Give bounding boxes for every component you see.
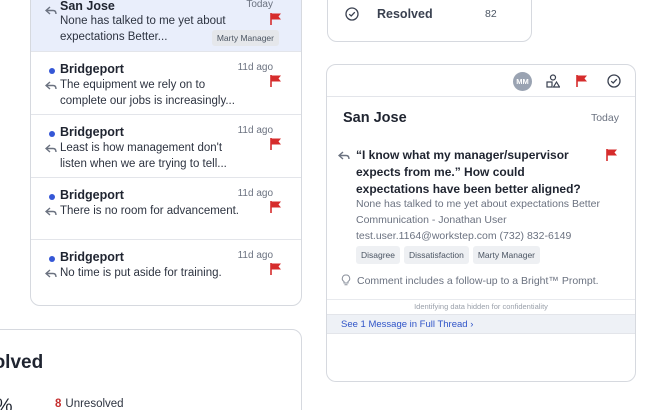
unread-dot [49,194,55,200]
message-date: Today [246,0,273,10]
unresolved-label: Unresolved [65,398,124,410]
full-thread-link[interactable]: See 1 Message in Full Thread › [341,319,473,330]
confidentiality-note: Identifying data hidden for confidential… [327,299,635,311]
check-circle-icon [345,7,359,21]
message-item[interactable]: Bridgeport 11d ago No time is put aside … [31,240,301,305]
message-preview: No time is put aside for training. [60,267,222,279]
message-item[interactable]: San Jose Today None has talked to me yet… [31,0,301,52]
reply-icon [338,151,350,160]
message-date: 11d ago [237,62,273,73]
reply-icon [45,207,57,216]
unread-dot [49,68,55,74]
message-date: 11d ago [237,125,273,136]
summary-title: solved [0,352,44,373]
message-item[interactable]: Bridgeport 11d ago The equipment we rely… [31,52,301,115]
unresolved-stat: 8 Unresolved [55,398,124,410]
lightbulb-icon [341,274,351,286]
tag[interactable]: Marty Manager [472,246,541,264]
message-tag: Marty Manager [211,30,279,46]
unresolved-count: 8 [55,398,62,410]
message-preview: The equipment we rely on to complete our… [60,79,235,107]
tag-list: Disagree Dissatisfaction Marty Manager [356,246,541,264]
avatar[interactable]: MM [513,72,532,91]
message-title: San Jose [60,0,115,13]
resolved-count: 82 [485,8,497,20]
message-title: Bridgeport [60,125,124,139]
flag-icon[interactable] [575,74,589,88]
detail-date: Today [590,112,619,124]
reply-icon [45,6,57,15]
flag-icon[interactable] [269,12,283,26]
flag-icon[interactable] [269,137,283,151]
message-list: San Jose Today None has talked to me yet… [30,0,302,306]
flag-icon[interactable] [269,74,283,88]
resolved-filter[interactable]: Resolved 82 [327,0,532,42]
follow-up-note: Comment includes a follow-up to a Bright… [341,274,631,287]
message-title: Bridgeport [60,188,124,202]
message-title: Bridgeport [60,250,124,264]
message-preview: There is no room for advancement. [60,205,239,217]
unread-dot [49,256,55,262]
flag-icon[interactable] [605,148,619,162]
full-thread-bar: See 1 Message in Full Thread › [327,314,635,334]
prompt-question: “I know what my manager/supervisor expec… [356,148,581,196]
follow-up-text: Comment includes a follow-up to a Bright… [357,275,599,287]
message-item[interactable]: Bridgeport 11d ago There is no room for … [31,178,301,240]
detail-toolbar: MM [327,65,635,97]
message-item[interactable]: Bridgeport 11d ago Least is how manageme… [31,115,301,178]
reply-icon [45,144,57,153]
message-date: 11d ago [237,250,273,261]
shapes-icon[interactable] [546,74,560,88]
check-circle-icon[interactable] [607,74,621,88]
resolved-label: Resolved [377,7,433,21]
tag[interactable]: Disagree [356,246,401,264]
message-date: 11d ago [237,188,273,199]
tag[interactable]: Dissatisfaction [404,246,469,264]
flag-icon[interactable] [269,200,283,214]
message-body: None has talked to me yet about expectat… [356,198,600,242]
message-title: Bridgeport [60,62,124,76]
message-detail: MM San Jose Today “I know what my manage… [326,64,636,382]
detail-title: San Jose [343,110,407,126]
flag-icon[interactable] [269,262,283,276]
unread-dot [49,131,55,137]
summary-card: solved 1% 8Unresolved [0,329,302,410]
message-preview: Least is how management don't listen whe… [60,142,227,170]
reply-icon [45,81,57,90]
summary-percent: 1% [0,396,12,410]
reply-icon [45,269,57,278]
